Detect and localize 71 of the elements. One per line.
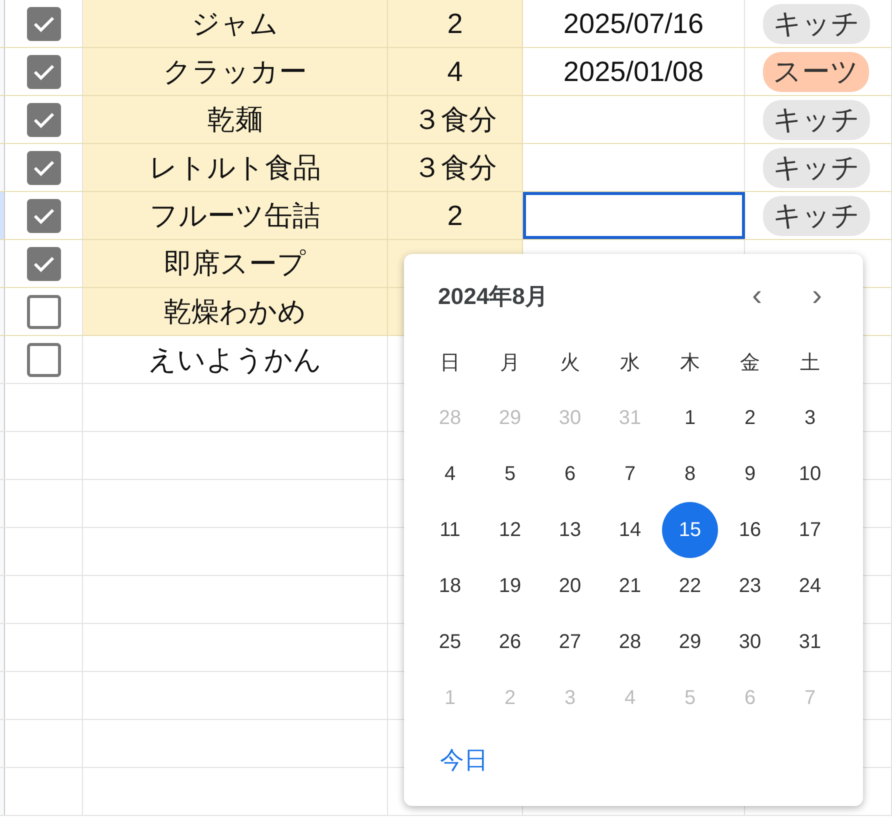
checkbox[interactable] — [26, 342, 60, 376]
location-chip: キッチ — [763, 100, 870, 140]
checkbox[interactable] — [26, 102, 60, 136]
weekday-label: 火 — [559, 350, 581, 376]
next-month-button[interactable]: › — [787, 281, 847, 311]
day[interactable]: 1 — [662, 390, 718, 446]
quantity: 2 — [447, 8, 463, 40]
weekday-label: 木 — [679, 350, 701, 376]
quantity: ３食分 — [413, 102, 497, 136]
weekday-label: 月 — [499, 350, 521, 376]
item-name: クラッカー — [163, 54, 307, 88]
day[interactable]: 7 — [602, 446, 658, 502]
day[interactable]: 13 — [542, 502, 598, 558]
day[interactable]: 2 — [722, 390, 778, 446]
day[interactable]: 3 — [782, 390, 838, 446]
checkbox[interactable] — [26, 198, 60, 232]
day[interactable]: 24 — [782, 558, 838, 614]
month-title: 2024年8月 — [438, 282, 549, 310]
item-name: ジャム — [192, 6, 278, 40]
weekday-label: 金 — [739, 350, 761, 376]
item-name: 乾燥わかめ — [164, 294, 306, 328]
day[interactable]: 26 — [482, 614, 538, 670]
checkbox[interactable] — [26, 6, 60, 40]
item-name: フルーツ缶詰 — [150, 198, 320, 232]
day[interactable]: 31 — [782, 614, 838, 670]
day[interactable]: 11 — [422, 502, 478, 558]
day[interactable]: 12 — [482, 502, 538, 558]
date-cell[interactable] — [523, 192, 745, 239]
item-name: 即席スープ — [164, 246, 306, 280]
day[interactable]: 16 — [722, 502, 778, 558]
quantity: ３食分 — [413, 150, 497, 184]
day[interactable]: 21 — [602, 558, 658, 614]
item-name: レトルト食品 — [149, 150, 321, 184]
day[interactable]: 20 — [542, 558, 598, 614]
location-chip: スーツ — [763, 52, 869, 92]
day[interactable]: 28 — [602, 614, 658, 670]
day[interactable]: 8 — [662, 446, 718, 502]
checkbox[interactable] — [26, 54, 60, 88]
day[interactable]: 30 — [722, 614, 778, 670]
day[interactable]: 4 — [422, 446, 478, 502]
day[interactable]: 23 — [722, 558, 778, 614]
day[interactable]: 5 — [482, 446, 538, 502]
day[interactable]: 15 — [662, 502, 718, 558]
quantity: 2 — [447, 200, 463, 232]
today-button[interactable]: 今日 — [440, 744, 488, 776]
item-name: 乾麺 — [207, 102, 263, 136]
day[interactable]: 29 — [662, 614, 718, 670]
checkbox[interactable] — [26, 150, 60, 184]
day[interactable]: 19 — [482, 558, 538, 614]
day[interactable]: 9 — [722, 446, 778, 502]
day[interactable]: 14 — [602, 502, 658, 558]
day[interactable]: 18 — [422, 558, 478, 614]
weekday-label: 土 — [799, 350, 821, 376]
day[interactable]: 27 — [542, 614, 598, 670]
location-chip: キッチ — [763, 4, 870, 44]
date-cell[interactable]: 2025/01/08 — [523, 48, 745, 95]
day[interactable]: 25 — [422, 614, 478, 670]
day[interactable]: 6 — [542, 446, 598, 502]
day[interactable]: 10 — [782, 446, 838, 502]
quantity: 4 — [447, 56, 463, 88]
checkbox[interactable] — [26, 294, 60, 328]
day[interactable]: 22 — [662, 558, 718, 614]
weekday-label: 水 — [619, 350, 641, 376]
date-cell[interactable]: 2025/07/16 — [523, 0, 745, 47]
weekday-label: 日 — [439, 350, 461, 376]
location-chip: キッチ — [763, 196, 870, 236]
item-name: えいようかん — [148, 342, 322, 376]
day[interactable]: 17 — [782, 502, 838, 558]
previous-month-button[interactable]: ‹ — [727, 281, 787, 311]
location-chip: キッチ — [763, 148, 870, 188]
checkbox[interactable] — [26, 246, 60, 280]
